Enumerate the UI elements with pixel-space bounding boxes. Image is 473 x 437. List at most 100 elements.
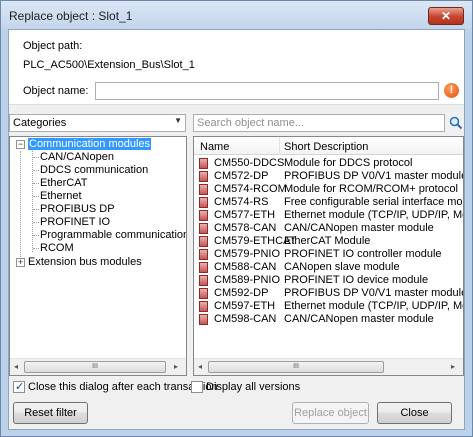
- title-bar[interactable]: Replace object : Slot_1 ✕: [1, 1, 472, 29]
- row-name: CM588-CAN: [214, 261, 277, 273]
- tree-item-communication-modules[interactable]: Communication modules: [28, 138, 152, 150]
- tree-branch: [33, 157, 39, 158]
- tree-branch: [33, 248, 39, 249]
- list-row[interactable]: CM592-DP PROFIBUS DP V0/V1 master module: [194, 287, 463, 300]
- column-header-name[interactable]: Name: [200, 141, 229, 153]
- replace-object-dialog: Replace object : Slot_1 ✕ Object path: P…: [0, 0, 473, 437]
- module-icon: [199, 197, 208, 208]
- display-all-versions-label: Display all versions: [206, 381, 301, 393]
- row-description: Ethernet module (TCP/IP, UDP/IP, Modbus …: [284, 209, 463, 221]
- row-name: CM579-PNIO: [214, 248, 281, 260]
- tree-branch: [33, 196, 39, 197]
- scroll-right-icon[interactable]: ▸: [174, 362, 178, 371]
- module-icon: [199, 301, 208, 312]
- module-icon: [199, 314, 208, 325]
- tree-item-programmable-communication[interactable]: Programmable communication modul: [40, 229, 186, 242]
- object-name-label: Object name:: [23, 85, 89, 97]
- tree-branch: [33, 183, 39, 184]
- collapse-icon[interactable]: −: [16, 140, 25, 149]
- row-name: CM574-RCOM: [214, 183, 287, 195]
- row-description: CANopen slave module: [284, 261, 400, 273]
- column-header-description[interactable]: Short Description: [284, 141, 368, 153]
- scroll-thumb[interactable]: III: [24, 361, 166, 373]
- search-icon[interactable]: [449, 116, 463, 130]
- row-description: Free configurable serial interface modul…: [284, 196, 464, 208]
- list-row[interactable]: CM579-PNIO PROFINET IO controller module: [194, 248, 463, 261]
- tree-branch: [33, 235, 39, 236]
- object-list[interactable]: Name Short Description CM550-DDCS Module …: [193, 136, 464, 376]
- tree-item-ethercat[interactable]: EtherCAT: [40, 177, 87, 190]
- row-description: PROFIBUS DP V0/V1 master module: [284, 287, 464, 299]
- module-icon: [199, 288, 208, 299]
- tree-branch: [33, 170, 39, 171]
- row-name: CM574-RS: [214, 196, 269, 208]
- category-tree[interactable]: − Communication modules CAN/CANopen DDCS…: [9, 136, 187, 376]
- module-icon: [199, 158, 208, 169]
- row-description: PROFIBUS DP V0/V1 master module: [284, 170, 464, 182]
- row-description: Module for DDCS protocol: [284, 157, 413, 169]
- list-row[interactable]: CM574-RCOM Module for RCOM/RCOM+ protocol: [194, 183, 463, 196]
- module-icon: [199, 171, 208, 182]
- row-name: CM592-DP: [214, 287, 269, 299]
- tree-guide-line: [20, 151, 21, 261]
- row-description: CAN/CANopen master module: [284, 222, 434, 234]
- row-name: CM578-CAN: [214, 222, 277, 234]
- row-name: CM589-PNIO: [214, 274, 281, 286]
- tree-item-extension-bus-modules[interactable]: Extension bus modules: [28, 256, 142, 269]
- tree-item-can-canopen[interactable]: CAN/CANopen: [40, 151, 114, 164]
- close-button[interactable]: Close: [377, 402, 452, 424]
- row-name: CM597-ETH: [214, 300, 276, 312]
- tree-item-rcom[interactable]: RCOM: [40, 242, 74, 255]
- object-path-value: PLC_AC500\Extension_Bus\Slot_1: [23, 59, 195, 71]
- tree-branch: [33, 209, 39, 210]
- tree-guide-line: [32, 149, 33, 252]
- list-row[interactable]: CM597-ETH Ethernet module (TCP/IP, UDP/IP…: [194, 300, 463, 313]
- tree-item-profibus-dp[interactable]: PROFIBUS DP: [40, 203, 115, 216]
- row-name: CM572-DP: [214, 170, 269, 182]
- tree-horizontal-scrollbar[interactable]: ◂ III ▸: [10, 358, 186, 375]
- tree-item-ethernet[interactable]: Ethernet: [40, 190, 82, 203]
- scroll-left-icon[interactable]: ◂: [198, 362, 202, 371]
- module-icon: [199, 236, 208, 247]
- expand-icon[interactable]: +: [16, 258, 25, 267]
- list-row[interactable]: CM588-CAN CANopen slave module: [194, 261, 463, 274]
- row-description: EtherCAT Module: [284, 235, 371, 247]
- list-row[interactable]: CM589-PNIO PROFINET IO device module: [194, 274, 463, 287]
- list-row[interactable]: CM550-DDCS Module for DDCS protocol: [194, 157, 463, 170]
- search-input[interactable]: Search object name...: [193, 114, 445, 132]
- scroll-right-icon[interactable]: ▸: [451, 362, 455, 371]
- chevron-down-icon: ▼: [174, 116, 182, 125]
- list-row[interactable]: CM577-ETH Ethernet module (TCP/IP, UDP/IP…: [194, 209, 463, 222]
- dialog-title: Replace object : Slot_1: [9, 9, 133, 23]
- object-path-label: Object path:: [23, 40, 83, 52]
- tree-item-ddcs-communication[interactable]: DDCS communication: [40, 164, 148, 177]
- object-info-panel: Object path: PLC_AC500\Extension_Bus\Slo…: [9, 30, 464, 104]
- list-row[interactable]: CM574-RS Free configurable serial interfa…: [194, 196, 463, 209]
- close-window-button[interactable]: ✕: [428, 7, 464, 25]
- scroll-left-icon[interactable]: ◂: [14, 362, 18, 371]
- category-dropdown[interactable]: Categories ▼: [9, 114, 186, 132]
- list-header: Name Short Description: [194, 137, 463, 155]
- display-all-versions-checkbox[interactable]: [191, 381, 203, 393]
- search-placeholder: Search object name...: [197, 117, 305, 129]
- object-name-input[interactable]: [95, 82, 439, 100]
- close-after-transaction-checkbox[interactable]: [13, 380, 25, 393]
- list-row[interactable]: CM598-CAN CAN/CANopen master module: [194, 313, 463, 326]
- module-icon: [199, 223, 208, 234]
- replace-object-button[interactable]: Replace object: [292, 402, 369, 424]
- module-icon: [199, 275, 208, 286]
- module-icon: [199, 262, 208, 273]
- reset-filter-button[interactable]: Reset filter: [13, 402, 88, 424]
- list-row[interactable]: CM578-CAN CAN/CANopen master module: [194, 222, 463, 235]
- warning-icon: !: [444, 83, 459, 98]
- close-after-transaction-label: Close this dialog after each transaction: [28, 381, 218, 393]
- list-horizontal-scrollbar[interactable]: ◂ III ▸: [194, 358, 463, 375]
- scroll-thumb[interactable]: III: [208, 361, 384, 373]
- row-description: CAN/CANopen master module: [284, 313, 434, 325]
- list-row[interactable]: CM572-DP PROFIBUS DP V0/V1 master module: [194, 170, 463, 183]
- module-icon: [199, 249, 208, 260]
- list-row[interactable]: CM579-ETHCAT EtherCAT Module: [194, 235, 463, 248]
- module-icon: [199, 210, 208, 221]
- tree-item-profinet-io[interactable]: PROFINET IO: [40, 216, 110, 229]
- row-name: CM577-ETH: [214, 209, 276, 221]
